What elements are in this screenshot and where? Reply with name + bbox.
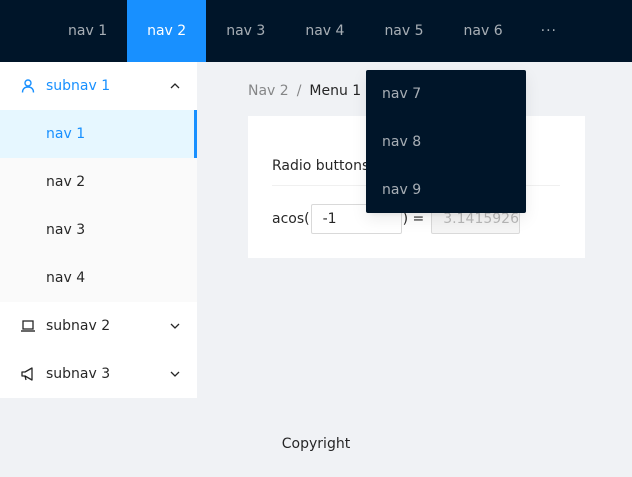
top-nav-item-1[interactable]: nav 1 xyxy=(48,0,127,62)
breadcrumb: Nav 2 / Menu 1 xyxy=(248,80,361,102)
laptop-icon xyxy=(21,320,35,332)
breadcrumb-separator: / xyxy=(296,83,302,99)
top-nav-item-2[interactable]: nav 2 xyxy=(127,0,207,62)
subnav-1-title[interactable]: subnav 1 xyxy=(0,62,197,110)
chevron-up-icon xyxy=(170,83,180,89)
sidebar-item-nav-1[interactable]: nav 1 xyxy=(0,110,197,158)
subnav-1-menu: nav 1 nav 2 nav 3 nav 4 xyxy=(0,110,197,302)
sidebar-item-nav-3[interactable]: nav 3 xyxy=(0,206,197,254)
subnav-2-label: subnav 2 xyxy=(46,318,111,334)
dropdown-item-nav-8[interactable]: nav 8 xyxy=(366,118,526,166)
top-nav-item-5[interactable]: nav 5 xyxy=(364,0,443,62)
chevron-down-icon xyxy=(170,371,180,377)
section-title: Radio buttons xyxy=(272,158,370,174)
subnav-3-title[interactable]: subnav 3 xyxy=(0,350,197,398)
dropdown-item-nav-7[interactable]: nav 7 xyxy=(366,70,526,118)
formula-prefix: acos( xyxy=(272,211,310,227)
chevron-down-icon xyxy=(170,323,180,329)
sidebar-item-nav-2[interactable]: nav 2 xyxy=(0,158,197,206)
more-menu-ellipsis-icon[interactable]: ··· xyxy=(523,0,575,62)
top-nav-item-3[interactable]: nav 3 xyxy=(206,0,285,62)
breadcrumb-item-nav-2[interactable]: Nav 2 xyxy=(248,80,289,102)
top-header: nav 1 nav 2 nav 3 nav 4 nav 5 nav 6 ··· xyxy=(0,0,632,62)
top-nav-item-4[interactable]: nav 4 xyxy=(285,0,364,62)
subnav-2-title[interactable]: subnav 2 xyxy=(0,302,197,350)
nav-overflow-dropdown: nav 7 nav 8 nav 9 xyxy=(366,70,526,213)
dropdown-item-nav-9[interactable]: nav 9 xyxy=(366,166,526,214)
subnav-3-label: subnav 3 xyxy=(46,366,111,382)
sidebar-item-nav-4[interactable]: nav 4 xyxy=(0,254,197,302)
side-menu: subnav 1 nav 1 nav 2 nav 3 nav 4 subnav … xyxy=(0,62,197,398)
notification-icon xyxy=(21,367,33,381)
footer-copyright: Copyright xyxy=(281,436,351,452)
subnav-1-label: subnav 1 xyxy=(46,78,111,94)
top-nav: nav 1 nav 2 nav 3 nav 4 nav 5 nav 6 ··· xyxy=(48,0,575,62)
user-icon xyxy=(21,79,35,93)
top-nav-item-6[interactable]: nav 6 xyxy=(444,0,523,62)
breadcrumb-item-menu-1: Menu 1 xyxy=(309,83,362,99)
